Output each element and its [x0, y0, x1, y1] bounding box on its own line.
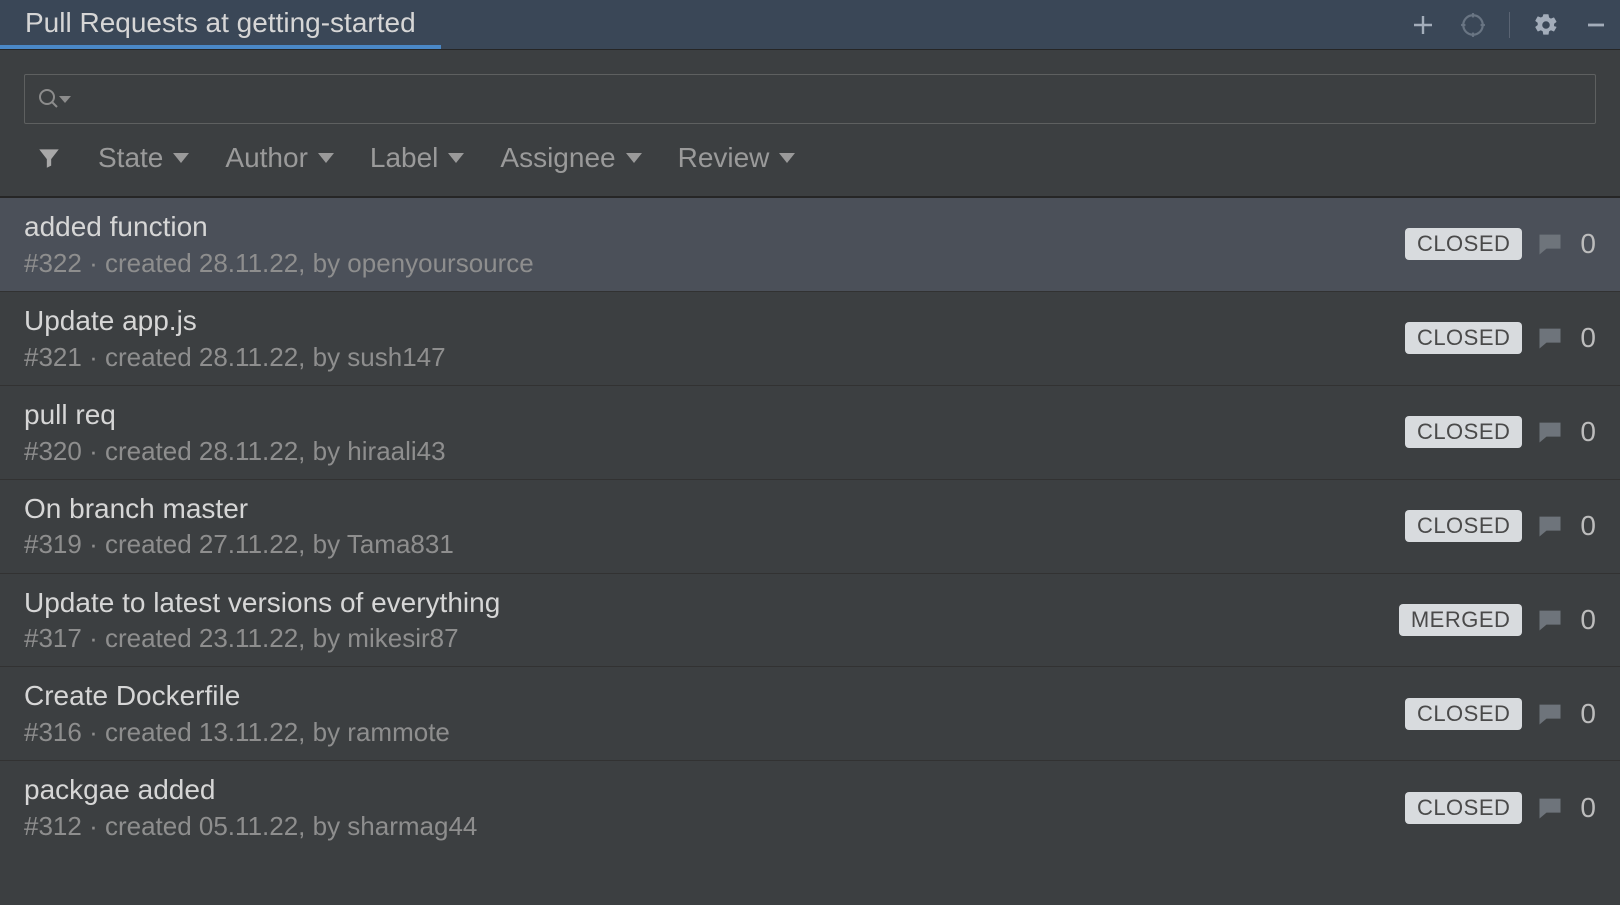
chevron-down-icon [779, 153, 795, 163]
gear-icon[interactable] [1532, 11, 1560, 39]
comment-count: 0 [1580, 698, 1596, 730]
title-tab[interactable]: Pull Requests at getting-started [0, 0, 441, 49]
pr-row-main: Create Dockerfile #316 · created 13.11.2… [24, 677, 1405, 750]
status-badge: CLOSED [1405, 698, 1522, 730]
filter-bar: State Author Label Assignee Review [0, 142, 1620, 198]
pr-row[interactable]: On branch master #319 · created 27.11.22… [0, 479, 1620, 573]
pr-subtitle: #312 · created 05.11.22, by sharmag44 [24, 809, 1405, 844]
filter-label: Label [370, 142, 439, 174]
pr-row[interactable]: Create Dockerfile #316 · created 13.11.2… [0, 666, 1620, 760]
pr-row-main: Update app.js #321 · created 28.11.22, b… [24, 302, 1405, 375]
pr-subtitle: #321 · created 28.11.22, by sush147 [24, 340, 1405, 375]
filter-review[interactable]: Review [678, 142, 796, 174]
filter-label: Review [678, 142, 770, 174]
minimize-icon[interactable] [1582, 11, 1610, 39]
pr-list: added function #322 · created 28.11.22, … [0, 198, 1620, 854]
pr-row-right: CLOSED 0 [1405, 322, 1596, 354]
titlebar: Pull Requests at getting-started [0, 0, 1620, 50]
status-badge: MERGED [1399, 604, 1523, 636]
chevron-down-icon [626, 153, 642, 163]
pr-title: Create Dockerfile [24, 677, 1405, 715]
pr-row-right: CLOSED 0 [1405, 792, 1596, 824]
search-container [0, 50, 1620, 142]
pr-subtitle: #320 · created 28.11.22, by hiraali43 [24, 434, 1405, 469]
chevron-down-icon[interactable] [59, 93, 71, 105]
pr-row-right: CLOSED 0 [1405, 698, 1596, 730]
filter-state[interactable]: State [98, 142, 189, 174]
pr-subtitle: #319 · created 27.11.22, by Tama831 [24, 527, 1405, 562]
filter-label: Assignee [500, 142, 615, 174]
filter-label[interactable]: Label [370, 142, 465, 174]
chevron-down-icon [173, 153, 189, 163]
pr-row-main: On branch master #319 · created 27.11.22… [24, 490, 1405, 563]
filter-assignee[interactable]: Assignee [500, 142, 641, 174]
pr-row-right: CLOSED 0 [1405, 228, 1596, 260]
comment-count: 0 [1580, 792, 1596, 824]
pr-row[interactable]: pull req #320 · created 28.11.22, by hir… [0, 385, 1620, 479]
search-input[interactable] [24, 74, 1596, 124]
pr-title: On branch master [24, 490, 1405, 528]
comment-count: 0 [1580, 228, 1596, 260]
chevron-down-icon [318, 153, 334, 163]
page-title: Pull Requests at getting-started [25, 7, 416, 39]
search-icon [37, 87, 61, 111]
pr-row[interactable]: Update to latest versions of everything … [0, 573, 1620, 667]
pr-row-main: Update to latest versions of everything … [24, 584, 1399, 657]
filter-label: Author [225, 142, 308, 174]
filter-label: State [98, 142, 163, 174]
search-field[interactable] [79, 85, 1583, 113]
comment-icon [1536, 700, 1564, 728]
pr-row[interactable]: added function #322 · created 28.11.22, … [0, 198, 1620, 291]
pr-title: Update to latest versions of everything [24, 584, 1399, 622]
pr-row-main: added function #322 · created 28.11.22, … [24, 208, 1405, 281]
filter-icon[interactable] [36, 145, 62, 171]
comment-icon [1536, 324, 1564, 352]
pr-row-right: MERGED 0 [1399, 604, 1596, 636]
comment-icon [1536, 794, 1564, 822]
filter-author[interactable]: Author [225, 142, 334, 174]
status-badge: CLOSED [1405, 416, 1522, 448]
pr-row[interactable]: packgae added #312 · created 05.11.22, b… [0, 760, 1620, 854]
pr-subtitle: #317 · created 23.11.22, by mikesir87 [24, 621, 1399, 656]
status-badge: CLOSED [1405, 792, 1522, 824]
pr-row-main: pull req #320 · created 28.11.22, by hir… [24, 396, 1405, 469]
comment-count: 0 [1580, 322, 1596, 354]
comment-count: 0 [1580, 416, 1596, 448]
crosshair-icon[interactable] [1459, 11, 1487, 39]
comment-count: 0 [1580, 510, 1596, 542]
status-badge: CLOSED [1405, 228, 1522, 260]
pr-subtitle: #322 · created 28.11.22, by openyoursour… [24, 246, 1405, 281]
comment-icon [1536, 512, 1564, 540]
pr-title: packgae added [24, 771, 1405, 809]
pr-title: added function [24, 208, 1405, 246]
pr-row[interactable]: Update app.js #321 · created 28.11.22, b… [0, 291, 1620, 385]
comment-icon [1536, 230, 1564, 258]
pr-title: pull req [24, 396, 1405, 434]
pr-row-main: packgae added #312 · created 05.11.22, b… [24, 771, 1405, 844]
chevron-down-icon [448, 153, 464, 163]
comment-count: 0 [1580, 604, 1596, 636]
pr-title: Update app.js [24, 302, 1405, 340]
comment-icon [1536, 418, 1564, 446]
plus-icon[interactable] [1409, 11, 1437, 39]
pr-subtitle: #316 · created 13.11.22, by rammote [24, 715, 1405, 750]
pr-row-right: CLOSED 0 [1405, 416, 1596, 448]
pr-row-right: CLOSED 0 [1405, 510, 1596, 542]
divider [1509, 12, 1510, 38]
status-badge: CLOSED [1405, 510, 1522, 542]
status-badge: CLOSED [1405, 322, 1522, 354]
comment-icon [1536, 606, 1564, 634]
title-actions [1409, 11, 1610, 39]
